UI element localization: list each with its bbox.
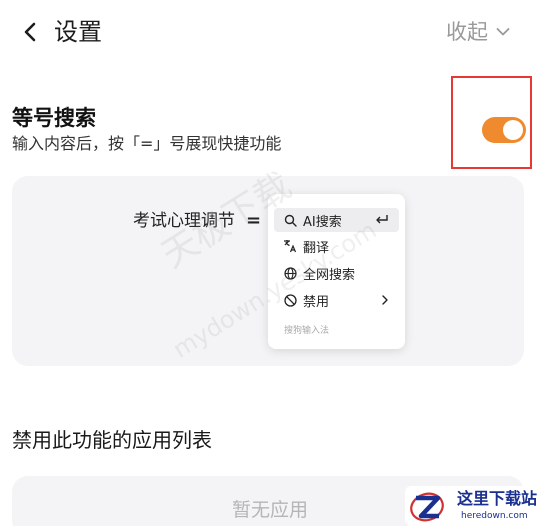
popup-item-label: 翻译 [303,240,330,256]
search-icon [283,213,297,227]
collapse-button[interactable]: 收起 [446,15,510,49]
chevron-right-icon [381,292,389,308]
feature-title: 等号搜索 [12,106,96,130]
site-logo-icon [410,492,444,522]
site-url: heredown.com [461,511,528,521]
ban-icon [283,293,297,307]
popup-item-ai-search[interactable]: AI搜索 [274,208,399,232]
quick-function-popup: AI搜索 翻译 全网搜索 禁用 搜狗输入法 [268,194,405,349]
popup-footer-brand: 搜狗输入法 [284,326,330,336]
popup-item-label: AI搜索 [303,214,342,230]
popup-item-label: 全网搜索 [303,267,356,283]
collapse-label: 收起 [446,20,488,44]
popup-item-disable[interactable]: 禁用 [274,288,399,312]
disabled-apps-title: 禁用此功能的应用列表 [12,428,212,452]
popup-item-label: 禁用 [303,294,330,310]
preview-trigger-symbol: = [246,210,262,231]
chevron-left-icon [24,22,36,42]
site-name: 这里下载站 [457,489,538,508]
back-button[interactable] [14,16,46,48]
enter-icon [375,212,389,228]
page-title: 设置 [54,18,102,46]
preview-sample-text: 考试心理调节 [133,211,235,231]
popup-item-web-search[interactable]: 全网搜索 [274,261,399,285]
annotation-highlight-box [451,76,532,169]
chevron-down-icon [496,28,510,36]
globe-icon [283,266,297,280]
site-badge: 这里下载站 heredown.com [405,486,540,526]
translate-icon [283,239,297,253]
feature-description: 输入内容后，按「=」号展现快捷功能 [12,134,282,153]
header-bar: 设置 收起 [0,0,540,64]
popup-item-translate[interactable]: 翻译 [274,234,399,258]
